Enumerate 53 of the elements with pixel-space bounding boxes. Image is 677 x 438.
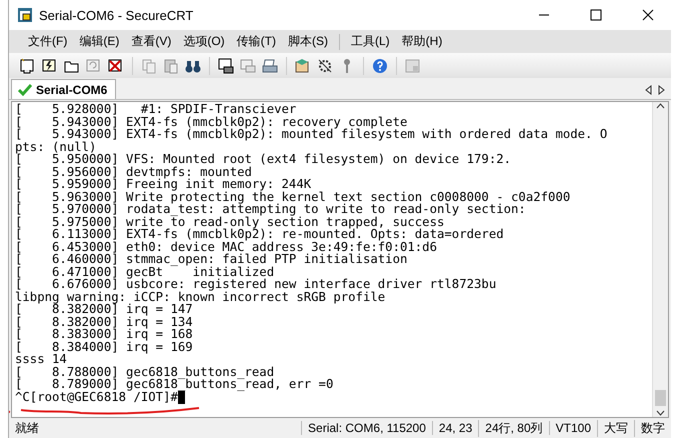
terminal-line: pts: (null) xyxy=(15,140,96,153)
status-text: VT100 xyxy=(548,421,597,435)
status-text: Serial: COM6, 115200 xyxy=(301,421,432,435)
terminal-line: [ 5.963000] Write protecting the kernel text section c0008000 - c0a2f000 xyxy=(15,190,572,203)
terminal-line: [ 6.453000] eth0: device MAC address 3e:49:fe:f0:01:d6 xyxy=(15,240,438,253)
terminal-line: [ 5.950000] VFS: Mounted root (ext4 filesystem) on device 179:2. xyxy=(15,153,512,166)
tab-right-icon[interactable] xyxy=(658,85,665,95)
printer-icon[interactable] xyxy=(261,56,279,74)
menu-item[interactable]: 编辑(E) xyxy=(74,31,124,52)
status-text: 就绪 xyxy=(14,420,40,436)
terminal-line: ^C[root@GEC6818 /IOT]# xyxy=(15,390,652,404)
help-icon[interactable] xyxy=(371,56,389,74)
status-text: 数字 xyxy=(634,420,671,436)
menu-item[interactable]: 文件(F) xyxy=(23,31,72,52)
terminal-line: [ 8.382000] irq = 134 xyxy=(15,316,194,328)
terminal-line: [ 6.460000] stmmac_open: failed PTP initialisation xyxy=(15,253,408,266)
menu-item[interactable]: 脚本(S) xyxy=(282,31,333,52)
terminal-line: [ 5.956000] devtmpfs: mounted xyxy=(15,166,253,178)
terminal-icon[interactable] xyxy=(217,56,235,74)
menu-item[interactable]: 选项(O) xyxy=(178,31,230,52)
terminal-line: [ 5.975000] write to read-only section trapped, success xyxy=(15,216,444,228)
menu-item[interactable]: 传输(T) xyxy=(232,31,281,52)
terminal-line: [ 8.382000] irq = 147 xyxy=(15,303,194,316)
terminal-line: [ 5.970000] rodata_test: attempting to write to read-only section: xyxy=(15,203,527,216)
menu-item[interactable]: 工具(L) xyxy=(346,31,395,52)
scroll-down-icon[interactable] xyxy=(656,408,665,417)
app-icon xyxy=(17,7,33,23)
status-text: 大写 xyxy=(597,420,634,436)
terminal-line: [ 6.471000] gecBt initialized xyxy=(15,266,276,278)
terminal-line: [ 8.789000] gec6818_buttons_read, err =0 xyxy=(15,378,334,390)
terminal-line: ssss 14 xyxy=(15,353,67,366)
terminal-line: [ 8.788000] gec6818_buttons_read xyxy=(15,366,274,378)
terminal-line: [ 8.383000] irq = 168 xyxy=(15,328,194,340)
close-icon[interactable] xyxy=(642,9,654,21)
maximize-icon[interactable] xyxy=(590,9,602,21)
menu-item[interactable]: 查看(V) xyxy=(126,31,176,52)
terminal-line: [ 5.943000] EXT4-fs (mmcblk0p2): recovery complete xyxy=(15,116,408,128)
terminal-line: [ 5.943000] EXT4-fs (mmcblk0p2): mounted filesystem with ordered data mode. O xyxy=(15,128,608,140)
checkmark-icon xyxy=(18,84,32,96)
terminal-line: libpng warning: iCCP: known incorrect sRGB profile xyxy=(15,290,386,303)
terminal-line: [ 6.113000] EXT4-fs (mmcblk0p2): re-mounted. Opts: data=ordered xyxy=(15,228,505,240)
terminal-line: [ 6.676000] usbcore: registered new interface driver rtl8723bu xyxy=(15,278,498,290)
scroll-up-icon[interactable] xyxy=(656,102,665,111)
scrollbar-thumb[interactable] xyxy=(655,390,666,406)
terminal-line: [ 5.928000] #1: SPDIF-Transciever xyxy=(15,103,298,116)
window-title: Serial-COM6 - SecureCRT xyxy=(39,8,194,22)
terminal-line: [ 8.384000] irq = 169 xyxy=(15,340,194,353)
status-text: 24, 23 xyxy=(432,421,478,435)
status-text: 24行, 80列 xyxy=(478,420,549,436)
menu-item[interactable]: 帮助(H) xyxy=(396,31,448,52)
terminal-line: [ 5.959000] Freeing init memory: 244K xyxy=(15,178,312,190)
tab-left-icon[interactable] xyxy=(645,85,652,95)
session-tab[interactable]: Serial-COM6 xyxy=(11,79,116,99)
